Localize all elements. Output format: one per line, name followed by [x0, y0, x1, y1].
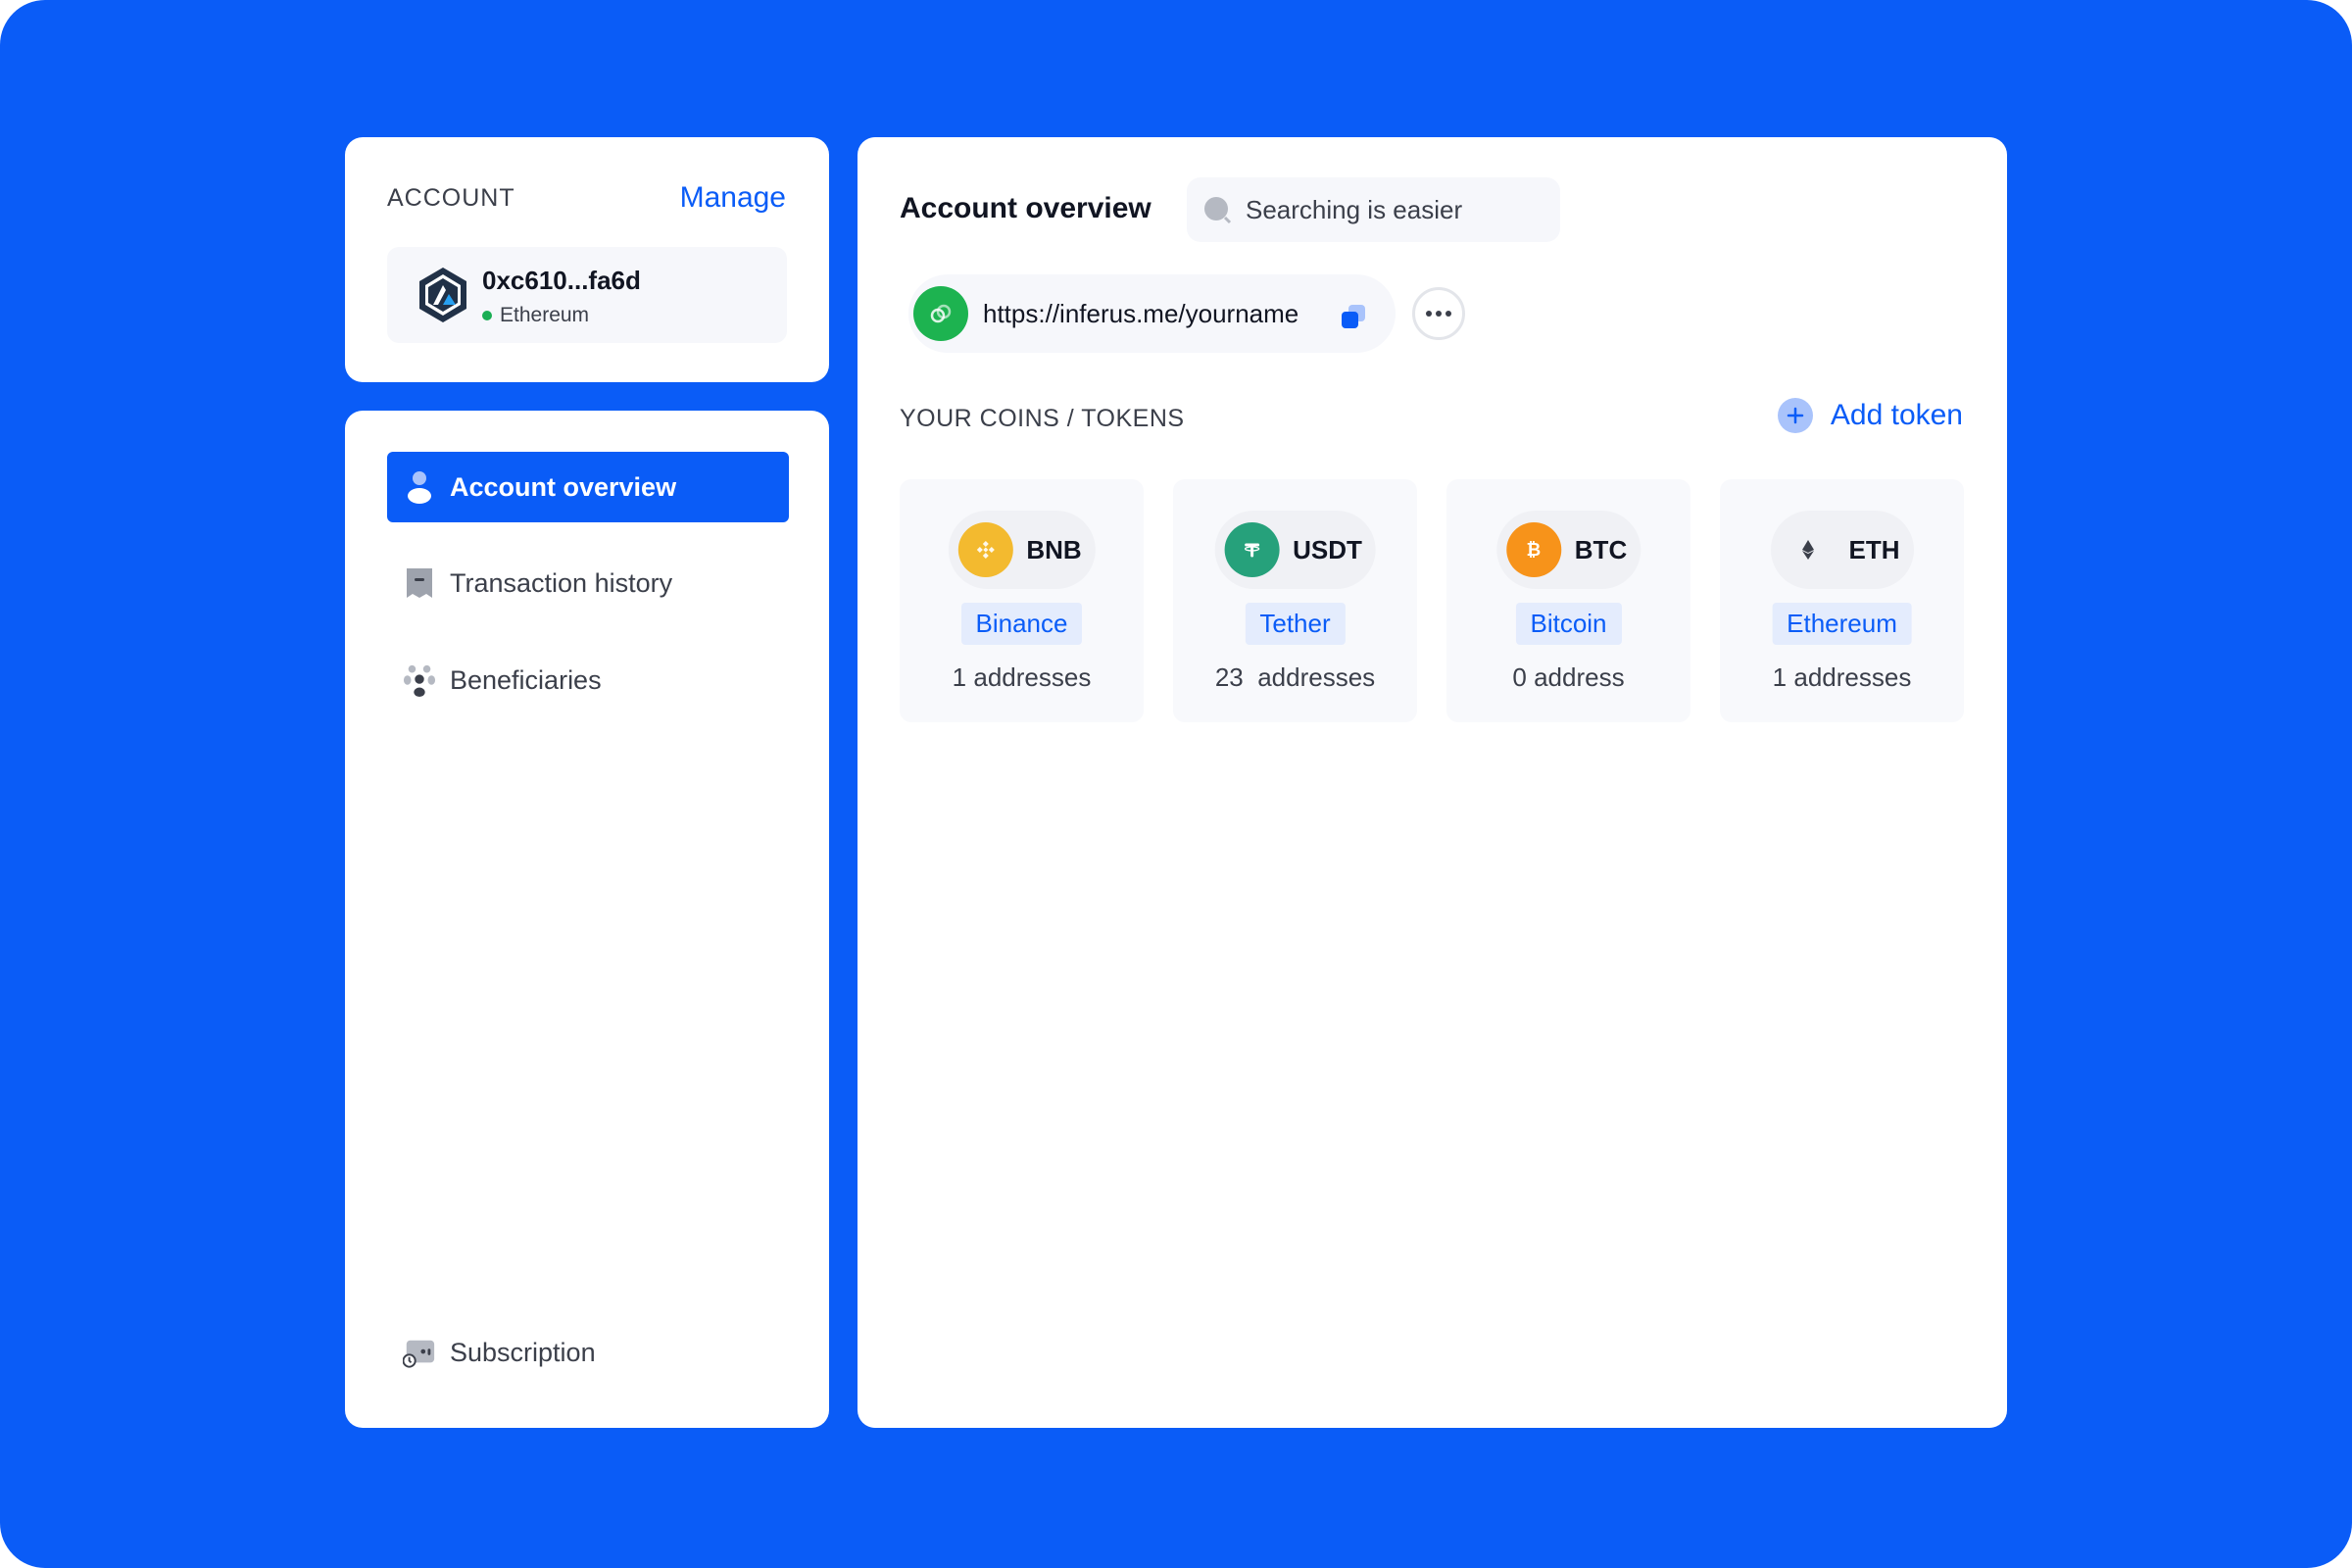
nav-label: Beneficiaries — [450, 664, 602, 695]
user-icon — [403, 470, 436, 504]
wallet-address: 0xc610...fa6d — [482, 266, 641, 295]
account-card: ACCOUNT Manage 0xc610...fa6d Ethereum — [345, 137, 829, 382]
token-card-bnb[interactable]: BNB Binance 1 addresses — [900, 479, 1144, 722]
people-icon — [403, 663, 436, 697]
status-dot-icon — [482, 311, 492, 320]
receipt-icon — [403, 566, 436, 600]
profile-link-url[interactable]: https://inferus.me/yourname — [983, 299, 1298, 329]
app-background: ACCOUNT Manage 0xc610...fa6d Ethereum Ac… — [0, 0, 2352, 1568]
nav-item-beneficiaries[interactable]: Beneficiaries — [387, 645, 789, 715]
token-name-badge: Tether — [1245, 603, 1346, 645]
nav-item-transaction-history[interactable]: Transaction history — [387, 548, 789, 618]
arbitrum-logo-icon — [419, 268, 466, 322]
wallet-network: Ethereum — [482, 304, 589, 327]
token-card-usdt[interactable]: USDT Tether 23 addresses — [1173, 479, 1417, 722]
nav-label: Account overview — [450, 471, 677, 502]
token-symbol: BNB — [1026, 534, 1082, 564]
token-address-count: 23 addresses — [1214, 662, 1376, 692]
token-address-count: 1 addresses — [952, 662, 1092, 692]
nav-item-subscription[interactable]: Subscription — [387, 1317, 789, 1388]
ellipsis-icon — [1426, 311, 1451, 317]
token-address-count: 0 address — [1512, 662, 1625, 692]
wallet-selector[interactable]: 0xc610...fa6d Ethereum — [387, 247, 787, 343]
main-panel: Account overview https://inferus.me/your… — [858, 137, 2007, 1428]
token-name-badge: Binance — [960, 603, 1083, 645]
search-input[interactable] — [1244, 193, 1551, 226]
token-chip: ₿ BTC — [1495, 511, 1642, 589]
nav-item-account-overview[interactable]: Account overview — [387, 452, 789, 522]
token-name-badge: Ethereum — [1772, 603, 1912, 645]
token-address-count: 1 addresses — [1772, 662, 1912, 692]
bnb-coin-icon — [957, 522, 1013, 577]
ethereum-coin-icon — [1780, 522, 1836, 577]
token-chip: ETH — [1770, 511, 1914, 589]
page-title: Account overview — [900, 192, 1152, 224]
token-card-eth[interactable]: ETH Ethereum 1 addresses — [1720, 479, 1964, 722]
plus-icon — [1777, 398, 1813, 433]
bitcoin-coin-icon: ₿ — [1505, 522, 1561, 577]
nav-label: Subscription — [450, 1337, 596, 1367]
profile-link-box: https://inferus.me/yourname — [908, 274, 1396, 353]
network-label: Ethereum — [500, 304, 590, 326]
token-card-btc[interactable]: ₿ BTC Bitcoin 0 address — [1446, 479, 1690, 722]
more-options-button[interactable] — [1412, 287, 1465, 340]
sidebar-nav: Account overview Transaction history Ben… — [345, 411, 829, 1428]
link-icon — [913, 286, 968, 341]
manage-link[interactable]: Manage — [680, 181, 786, 215]
token-chip: USDT — [1214, 511, 1376, 589]
token-symbol: BTC — [1574, 534, 1628, 564]
add-token-button[interactable]: Add token — [1777, 398, 1963, 433]
wallet-clock-icon — [403, 1336, 436, 1369]
add-token-label: Add token — [1830, 399, 1963, 431]
search-icon — [1204, 197, 1232, 224]
token-chip: BNB — [948, 511, 1096, 589]
account-label: ACCOUNT — [387, 184, 515, 212]
nav-label: Transaction history — [450, 567, 673, 598]
token-symbol: USDT — [1293, 534, 1362, 564]
token-name-badge: Bitcoin — [1515, 603, 1622, 645]
coins-section-label: YOUR COINS / TOKENS — [900, 405, 1185, 432]
token-symbol: ETH — [1848, 534, 1900, 564]
search-bar[interactable] — [1187, 177, 1560, 242]
copy-icon[interactable] — [1339, 302, 1368, 331]
tether-coin-icon — [1224, 522, 1280, 577]
